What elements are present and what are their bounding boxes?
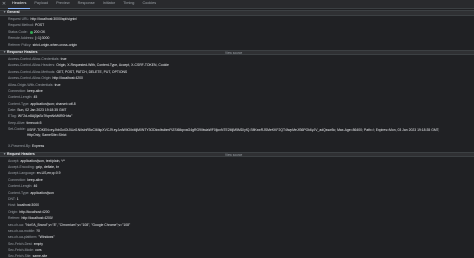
- header-value: http://localhost:3000/api/signin/: [30, 16, 78, 21]
- header-key: Remote Address:: [8, 36, 35, 41]
- general-rows: Request URL: http://localhost:3000/api/si…: [0, 16, 474, 50]
- header-value: cors: [35, 248, 42, 253]
- header-key: Referer:: [8, 216, 21, 221]
- header-value: strict-origin-when-cross-origin: [32, 42, 78, 47]
- header-row: Set-Cookie: XSRF-TOKEN=eyJhbGciOiJIUzI1Ni…: [0, 127, 474, 144]
- header-key: sec-ch-ua:: [8, 222, 24, 227]
- header-key: Sec-Fetch-Mode:: [8, 248, 35, 253]
- header-value: keep-alive: [27, 88, 43, 93]
- header-value: 45: [33, 95, 38, 100]
- header-key: Connection:: [8, 88, 27, 93]
- header-value: 200 OK: [33, 29, 46, 34]
- header-key: Access-Control-Allow-Origin:: [8, 76, 52, 81]
- header-key: Date:: [8, 108, 17, 113]
- header-value: keep-alive: [27, 177, 43, 182]
- header-key: Accept:: [8, 158, 20, 163]
- header-value: "Not?A_Brand";v="8", "Chromium";v="108",…: [25, 222, 131, 227]
- header-value: http://localhost:4200: [19, 209, 50, 214]
- header-value: XSRF-TOKEN=eyJhbGciOiJIUzI1NiIsInR5cCI6I…: [26, 127, 440, 137]
- header-value: Origin, X-Requested-With, Content-Type, …: [56, 63, 169, 68]
- header-key: Set-Cookie:: [8, 126, 26, 131]
- header-value: gzip, deflate, br: [35, 165, 59, 170]
- request-rows: Accept: application/json, text/plain, */*…: [0, 157, 474, 258]
- header-key: Host:: [8, 203, 16, 208]
- header-key: ETag:: [8, 114, 17, 119]
- header-value: true: [54, 82, 61, 87]
- header-key: Access-Control-Allow-Methods:: [8, 69, 56, 74]
- header-key: Accept-Encoding:: [8, 165, 35, 170]
- header-key: Allow-Origin-With-Credentials:: [8, 82, 54, 87]
- header-value: http://localhost:4200: [52, 76, 83, 81]
- header-key: Content-Type:: [8, 101, 30, 106]
- header-key: Request Method:: [8, 23, 34, 28]
- header-value: W/"2d-n8Aj0jaSc7fiqmNrM6R0Hdw": [17, 114, 73, 119]
- section-title: Request Headers: [7, 151, 35, 156]
- headers-panel: ▼ General Request URL: http://localhost:3…: [0, 10, 474, 258]
- header-row: X-Powered-By: Express: [0, 144, 474, 150]
- header-key: Accept-Language:: [8, 171, 36, 176]
- general-section-header[interactable]: ▼ General: [0, 10, 474, 16]
- header-value: localhost:3000: [17, 203, 39, 208]
- response-headers-section-header[interactable]: ▼ Response Headers View source: [0, 49, 474, 56]
- header-key: sec-ch-ua-platform:: [8, 235, 38, 240]
- header-value: POST: [35, 23, 45, 28]
- close-icon[interactable]: ✕: [0, 0, 8, 9]
- header-value: timeout=5: [26, 120, 42, 125]
- header-key: Referrer Policy:: [8, 42, 32, 47]
- header-value: empty: [33, 241, 43, 246]
- header-value: http://localhost:4200/: [21, 216, 53, 221]
- header-key: Content-Length:: [8, 95, 33, 100]
- response-rows: Access-Control-Allow-Credentials: true Acc…: [0, 55, 474, 151]
- header-key: Access-Control-Allow-Credentials:: [8, 56, 60, 61]
- header-key: Request URL:: [8, 16, 30, 21]
- tab-headers[interactable]: Headers: [8, 0, 31, 9]
- header-key: Content-Length:: [8, 184, 33, 189]
- header-value: 46: [33, 184, 38, 189]
- response-headers-section: ▼ Response Headers View source Access-Co…: [0, 49, 474, 152]
- request-headers-section-header[interactable]: ▼ Request Headers View source: [0, 151, 474, 158]
- header-key: Status Code:: [8, 29, 28, 34]
- header-value: Express: [32, 144, 45, 149]
- devtools-tab-bar: ✕ Headers Payload Preview Response Initiator…: [0, 0, 474, 9]
- header-value: "Windows": [38, 235, 55, 240]
- status-ok-icon: [29, 30, 33, 34]
- header-value: GET, POST, PATCH, DELETE, PUT, OPTIONS: [56, 69, 128, 74]
- header-value: [::1]:3000: [35, 36, 50, 41]
- header-value: true: [60, 56, 67, 61]
- tab-initiator[interactable]: Initiator: [99, 0, 119, 9]
- header-value: application/json: [30, 190, 54, 195]
- view-source-link[interactable]: View source: [225, 51, 242, 55]
- header-value: Sun, 02 Jan 2023 19:18:35 GMT: [17, 108, 67, 113]
- header-key: DNT:: [8, 196, 16, 201]
- header-value: application/json; charset=utf-8: [30, 101, 76, 106]
- header-key: Keep-Alive:: [8, 120, 26, 125]
- header-row: Sec-Fetch-Site: same-site: [0, 254, 474, 258]
- section-title: General: [7, 10, 20, 15]
- header-key: Content-Type:: [8, 190, 30, 195]
- header-value: 1: [16, 196, 19, 201]
- general-section: ▼ General Request URL: http://localhost:3…: [0, 10, 474, 50]
- view-source-link[interactable]: View source: [225, 153, 242, 157]
- tab-cookies[interactable]: Cookies: [138, 0, 160, 9]
- header-key: sec-ch-ua-mobile:: [8, 228, 35, 233]
- header-value: en-US,en;q=0.9: [36, 171, 61, 176]
- header-key: Connection:: [8, 177, 27, 182]
- request-headers-section: ▼ Request Headers View source Accept: app…: [0, 151, 474, 258]
- tab-preview[interactable]: Preview: [52, 0, 74, 9]
- header-value: ?0: [36, 228, 40, 233]
- header-key: Access-Control-Allow-Headers:: [8, 63, 56, 68]
- tab-timing[interactable]: Timing: [119, 0, 138, 9]
- header-value: application/json, text/plain, */*: [20, 158, 65, 163]
- tab-response[interactable]: Response: [74, 0, 99, 9]
- section-title: Response Headers: [7, 50, 38, 54]
- header-row: Referrer Policy: strict-origin-when-cross…: [0, 42, 474, 48]
- header-key: Origin:: [8, 209, 18, 214]
- header-key: X-Powered-By:: [8, 144, 31, 149]
- tab-payload[interactable]: Payload: [30, 0, 52, 9]
- header-key: Sec-Fetch-Dest:: [8, 241, 33, 246]
